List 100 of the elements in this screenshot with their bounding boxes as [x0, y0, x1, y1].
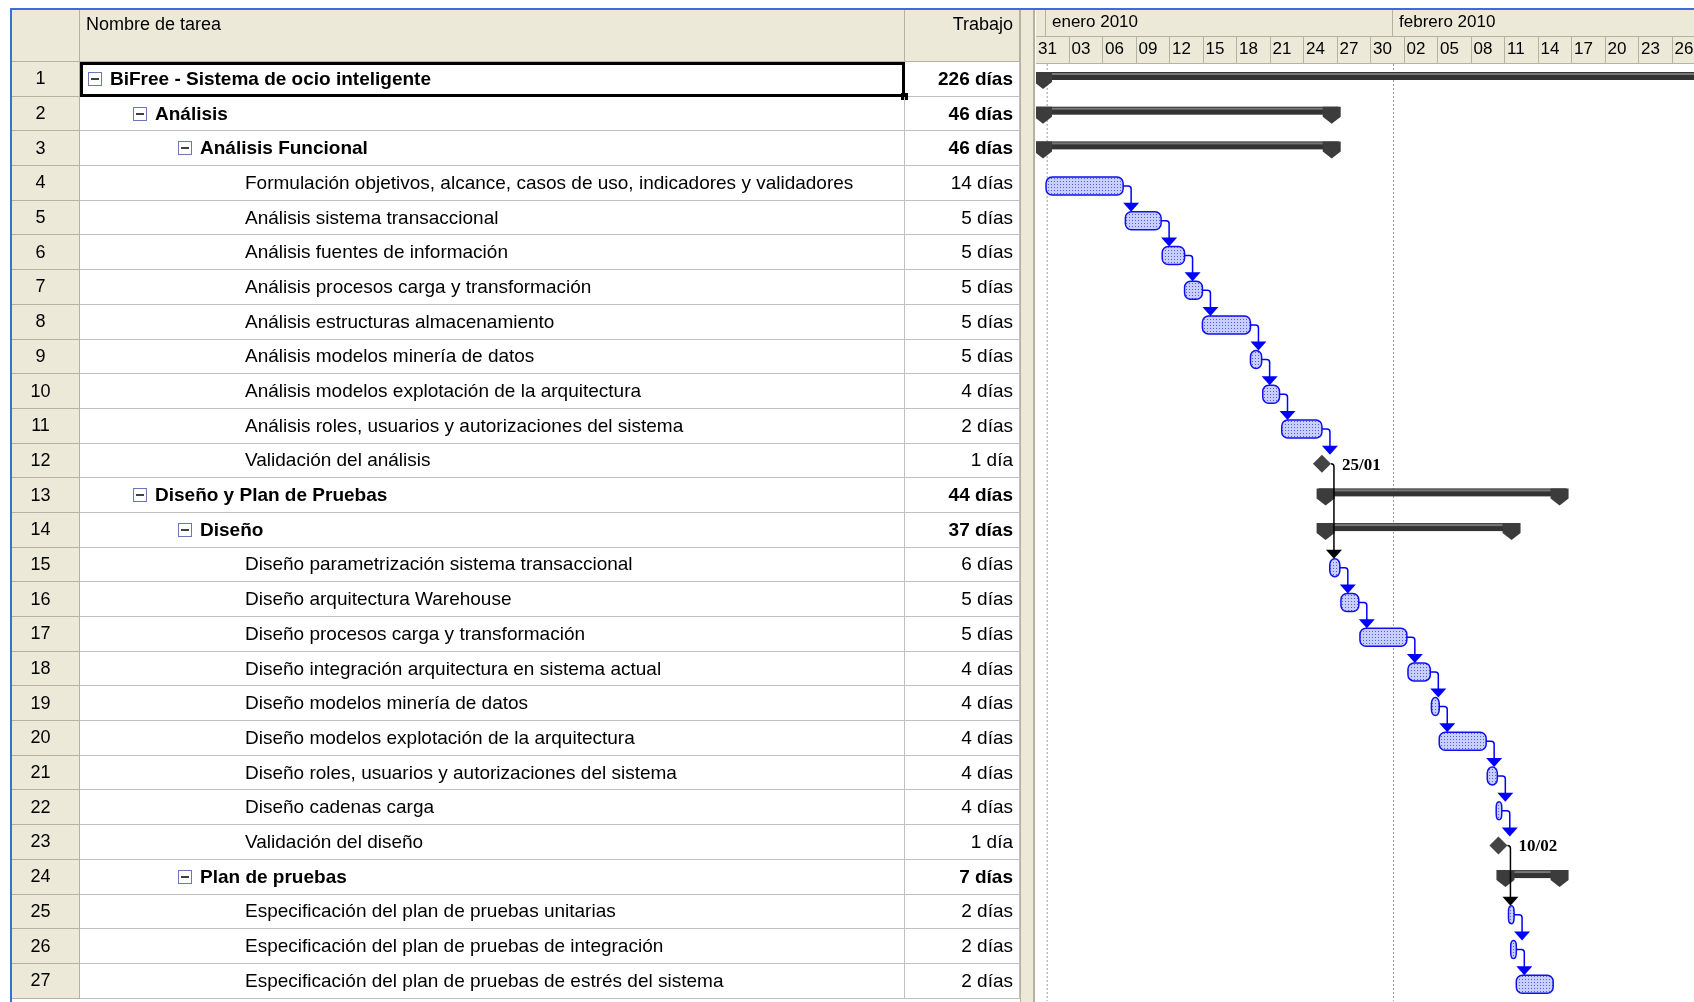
row-number: 2: [12, 96, 80, 132]
row-number: 20: [12, 721, 80, 756]
task-name: Diseño roles, usuarios y autorizaciones del sistema: [245, 761, 677, 784]
task-bar[interactable]: [1359, 627, 1408, 647]
dependency-arrow: [1201, 289, 1219, 316]
task-bar[interactable]: [1045, 176, 1124, 196]
task-bar[interactable]: [1183, 280, 1204, 300]
row-number: 5: [12, 200, 80, 236]
day-label: 14: [1538, 37, 1572, 63]
dependency-arrow: [1513, 914, 1531, 941]
day-label: 20: [1605, 37, 1639, 63]
row-number: 10: [12, 374, 80, 409]
row-number: 16: [12, 582, 80, 617]
collapse-icon[interactable]: [178, 522, 192, 537]
task-bar[interactable]: [1486, 766, 1499, 786]
milestone-date: 10/02: [1518, 836, 1558, 856]
milestone-diamond[interactable]: [1489, 836, 1508, 855]
day-label: 08: [1471, 37, 1505, 63]
dependency-arrow: [1502, 844, 1519, 906]
task-name: Análisis procesos carga y transformación: [245, 275, 592, 298]
task-bar[interactable]: [1161, 245, 1186, 266]
summary-bar[interactable]: [1316, 523, 1521, 541]
task-name: Especificación del plan de pruebas de integración: [245, 935, 664, 958]
summary-bar[interactable]: [1036, 72, 1694, 89]
row-number: 15: [12, 547, 80, 583]
row-number: 26: [12, 929, 80, 964]
task-name: Diseño: [200, 518, 264, 541]
task-name: Plan de pruebas: [200, 865, 347, 888]
task-bar[interactable]: [1507, 905, 1515, 925]
day-label: 17: [1572, 37, 1606, 63]
task-name: Formulación objetivos, alcance, casos de uso, indicadores y validadores: [245, 171, 854, 194]
task-bar[interactable]: [1430, 696, 1440, 717]
row-number: 6: [12, 235, 80, 271]
dependency-arrow: [1321, 428, 1338, 455]
milestone-diamond[interactable]: [1312, 454, 1331, 473]
row-number: 18: [12, 651, 80, 687]
row-number: 23: [12, 825, 80, 860]
task-bar[interactable]: [1329, 558, 1341, 578]
task-name: Análisis fuentes de información: [245, 241, 508, 264]
column-header[interactable]: Nombre de tarea: [80, 10, 905, 62]
day-label: 18: [1237, 37, 1271, 63]
dependency-arrow: [1438, 705, 1456, 733]
collapse-icon[interactable]: [178, 869, 192, 884]
month-label: febrero 2010: [1393, 10, 1694, 36]
dependency-arrow: [1339, 567, 1356, 594]
task-name: Diseño arquitectura Warehouse: [245, 588, 512, 611]
dependency-arrow: [1501, 809, 1518, 837]
task-name: Diseño integración arquitectura en sistema actual: [245, 657, 662, 680]
row-number: 9: [12, 339, 80, 375]
day-label: 24: [1304, 37, 1338, 63]
task-bar[interactable]: [1249, 349, 1263, 370]
dependency-arrow: [1260, 358, 1278, 386]
task-bar[interactable]: [1510, 939, 1518, 960]
row-number: 21: [12, 755, 80, 791]
dependency-arrow: [1183, 254, 1201, 282]
task-name: Especificación del plan de pruebas de estrés del sistema: [245, 969, 724, 992]
task-name: Análisis estructuras almacenamiento: [245, 310, 555, 333]
day-label: 30: [1371, 37, 1405, 63]
task-name: Análisis: [155, 102, 228, 125]
task-bar[interactable]: [1495, 800, 1503, 821]
collapse-icon[interactable]: [133, 488, 147, 503]
collapse-icon[interactable]: [133, 106, 147, 121]
task-bar[interactable]: [1438, 731, 1487, 752]
summary-bar[interactable]: [1036, 106, 1341, 124]
summary-bar[interactable]: [1496, 870, 1569, 888]
fill-handle[interactable]: [901, 92, 908, 100]
row-number: 12: [12, 443, 80, 479]
day-label: 27: [1337, 37, 1371, 63]
day-label: 05: [1438, 37, 1472, 63]
dependency-arrow: [1406, 636, 1423, 663]
task-name: Validación del diseño: [245, 830, 424, 853]
summary-bar[interactable]: [1316, 488, 1569, 506]
task-bar[interactable]: [1281, 419, 1323, 439]
dependency-arrow: [1429, 671, 1447, 698]
task-bar[interactable]: [1515, 974, 1554, 994]
day-label: 12: [1170, 37, 1204, 63]
task-bar[interactable]: [1201, 315, 1252, 335]
collapse-icon[interactable]: [178, 141, 192, 156]
summary-bar[interactable]: [1036, 141, 1341, 159]
day-label: 03: [1069, 37, 1103, 63]
row-number: 8: [12, 304, 80, 340]
day-label: 11: [1505, 37, 1539, 63]
row-number: 11: [12, 408, 80, 444]
row-number: 14: [12, 512, 80, 548]
row-number: 27: [12, 963, 80, 999]
task-bar[interactable]: [1124, 211, 1162, 231]
dependency-arrow: [1485, 740, 1503, 767]
task-bar[interactable]: [1340, 592, 1360, 613]
collapse-icon[interactable]: [88, 71, 102, 86]
dependency-arrow: [1496, 775, 1514, 802]
task-bar[interactable]: [1262, 384, 1281, 405]
row-number: 22: [12, 790, 80, 826]
column-header[interactable]: Trabajo: [905, 10, 1020, 62]
task-name: Especificación del plan de pruebas unitarias: [245, 900, 616, 923]
dependency-arrow: [1160, 220, 1178, 247]
row-number: 19: [12, 686, 80, 722]
task-name: Análisis roles, usuarios y autorizaciones del sistema: [245, 414, 684, 437]
row-number: 4: [12, 166, 80, 201]
day-label: 31: [1036, 37, 1070, 63]
task-bar[interactable]: [1407, 662, 1432, 682]
